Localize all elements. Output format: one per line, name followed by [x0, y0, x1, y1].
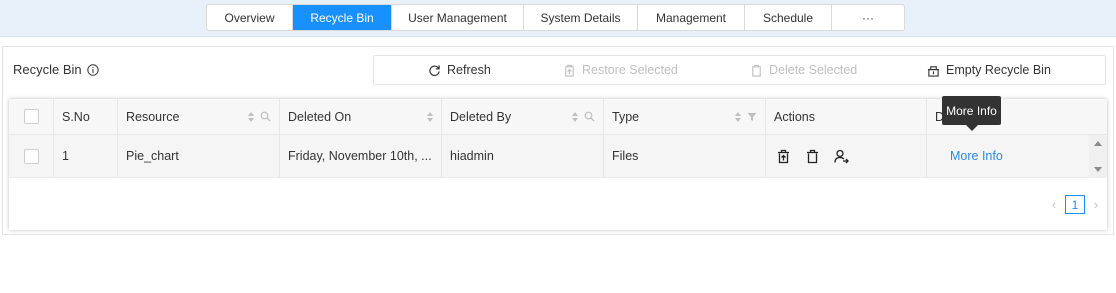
scroll-down-arrow[interactable] — [1094, 167, 1102, 172]
header-type-label: Type — [612, 109, 640, 124]
sort-icon[interactable] — [572, 111, 578, 122]
sort-icon[interactable] — [427, 111, 433, 122]
row-checkbox[interactable] — [24, 148, 39, 164]
header-resource-label: Resource — [126, 109, 180, 124]
pagination: ‹ 1 › — [1049, 195, 1101, 214]
info-icon[interactable] — [86, 63, 99, 76]
delete-selected-label: Delete Selected — [769, 63, 858, 77]
header-sno: S.No — [54, 99, 118, 134]
trash-icon — [751, 64, 762, 77]
header-deleted-on-label: Deleted On — [288, 109, 352, 124]
cell-actions — [766, 135, 927, 177]
cell-details: More Info — [927, 135, 1089, 177]
cell-sno: 1 — [54, 135, 118, 177]
search-icon[interactable] — [584, 111, 595, 122]
panel-title: Recycle Bin — [13, 62, 99, 77]
empty-bin-icon — [927, 65, 940, 77]
vertical-scrollbar[interactable] — [1089, 135, 1107, 178]
tab-schedule[interactable]: Schedule — [745, 5, 832, 30]
restore-selected-label: Restore Selected — [582, 63, 678, 77]
restore-selected-button[interactable]: Restore Selected — [563, 56, 678, 84]
user-assign-icon[interactable] — [834, 149, 849, 164]
header-deleted-on[interactable]: Deleted On — [280, 99, 442, 134]
more-info-tooltip: More Info — [942, 96, 1001, 131]
scroll-up-arrow[interactable] — [1094, 141, 1102, 146]
sort-icon[interactable] — [248, 111, 254, 122]
panel-title-text: Recycle Bin — [13, 62, 82, 77]
sort-icon[interactable] — [735, 111, 741, 122]
restore-icon[interactable] — [776, 149, 791, 164]
page-number-button[interactable]: 1 — [1065, 195, 1085, 214]
row-select-cell — [9, 135, 54, 177]
prev-page-button[interactable]: ‹ — [1049, 197, 1059, 212]
tab-strip: Overview Recycle Bin User Management Sys… — [206, 4, 905, 31]
restore-icon — [564, 64, 575, 77]
more-info-link[interactable]: More Info — [950, 149, 1003, 163]
header-type[interactable]: Type — [604, 99, 766, 134]
tab-overview[interactable]: Overview — [207, 5, 293, 30]
filter-icon[interactable] — [747, 112, 757, 122]
tab-more[interactable]: ··· — [832, 5, 904, 30]
select-all-checkbox[interactable] — [24, 109, 39, 124]
action-toolbar: Refresh Restore Selected Delete Selected… — [373, 55, 1106, 85]
select-all-cell — [9, 99, 54, 134]
trash-icon[interactable] — [805, 149, 820, 164]
delete-selected-button[interactable]: Delete Selected — [750, 56, 857, 84]
empty-recycle-bin-label: Empty Recycle Bin — [946, 63, 1051, 77]
header-deleted-by-label: Deleted By — [450, 109, 512, 124]
header-actions: Actions — [766, 99, 927, 134]
refresh-label: Refresh — [447, 63, 491, 77]
refresh-icon — [429, 64, 440, 76]
tab-recycle-bin[interactable]: Recycle Bin — [293, 5, 392, 30]
cell-deleted-on: Friday, November 10th, ... — [280, 135, 442, 177]
header-resource[interactable]: Resource — [118, 99, 280, 134]
refresh-button[interactable]: Refresh — [428, 56, 491, 84]
table-row[interactable]: 1 Pie_chart Friday, November 10th, ... h… — [9, 135, 1089, 178]
search-icon[interactable] — [260, 111, 271, 122]
empty-recycle-bin-button[interactable]: Empty Recycle Bin — [927, 56, 1051, 84]
recycle-bin-panel: Recycle Bin Refresh Restore Selected Del… — [2, 46, 1114, 235]
header-deleted-by[interactable]: Deleted By — [442, 99, 604, 134]
cell-type: Files — [604, 135, 766, 177]
cell-deleted-by: hiadmin — [442, 135, 604, 177]
top-navigation-bar: Overview Recycle Bin User Management Sys… — [0, 0, 1116, 37]
tab-user-management[interactable]: User Management — [392, 5, 524, 30]
cell-resource: Pie_chart — [118, 135, 280, 177]
tab-system-details[interactable]: System Details — [524, 5, 638, 30]
next-page-button[interactable]: › — [1091, 197, 1101, 212]
tab-management[interactable]: Management — [638, 5, 745, 30]
